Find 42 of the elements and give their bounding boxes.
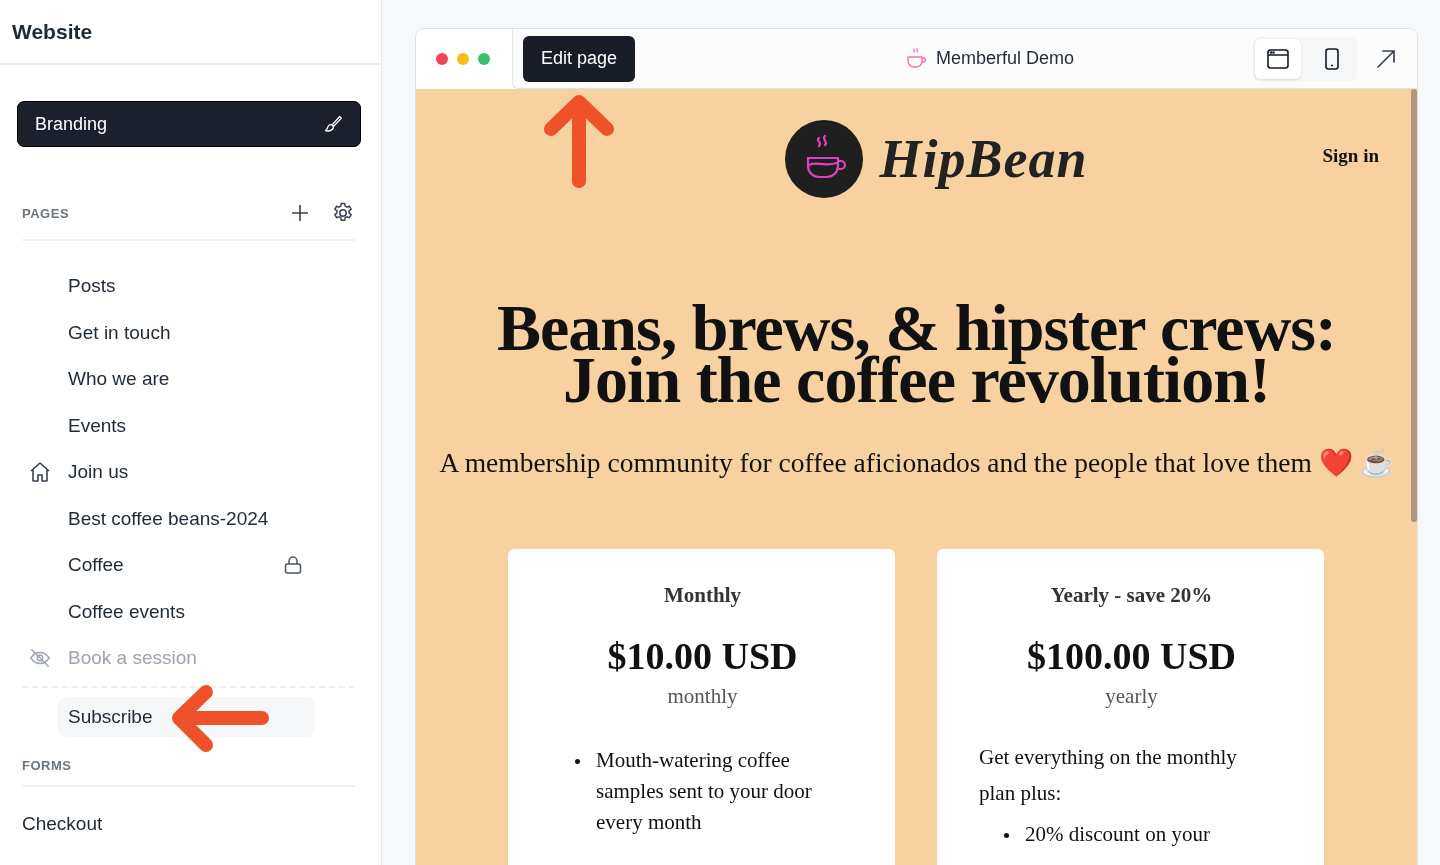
bullet-icon — [1004, 833, 1009, 838]
coffee-logo-icon — [785, 120, 864, 198]
logo-text: HipBean — [879, 128, 1088, 190]
tagline: A membership community for coffee aficionados and the people that love them ❤ ☕ — [438, 446, 1395, 479]
maximize-dot-icon — [478, 53, 490, 65]
plan-name: Monthly — [663, 583, 742, 608]
form-link[interactable]: Checkout — [22, 813, 381, 835]
branding-button[interactable]: Branding — [17, 101, 361, 147]
add-icon[interactable] — [291, 204, 309, 222]
paintbrush-icon — [323, 114, 343, 134]
headline: Beans, brews, & hipster crews: Join the coffee revolution! — [496, 302, 1337, 406]
minimize-dot-icon — [457, 53, 469, 65]
edit-page-button[interactable]: Edit page — [523, 35, 636, 82]
plan-feature: Mouth-watering coffee samples sent to your door every month — [596, 747, 813, 836]
phone-icon — [1324, 47, 1340, 70]
plan-price: $10.00 USD — [606, 634, 799, 678]
page-link[interactable]: Posts — [58, 266, 355, 307]
page-link[interactable]: Coffee events — [58, 591, 355, 632]
desktop-view-button[interactable] — [1255, 38, 1301, 79]
scrollbar[interactable] — [1411, 89, 1417, 522]
page-link[interactable]: Join us — [58, 452, 355, 493]
sidebar-title: Website — [12, 19, 93, 44]
plan-feature: 20% discount on your — [1025, 821, 1210, 848]
plan-period: monthly — [666, 684, 739, 709]
site-name: Memberful Demo — [936, 48, 1075, 69]
page-link[interactable]: Get in touch — [58, 312, 355, 353]
bullet-icon — [575, 759, 580, 764]
coffee-cup-icon — [904, 46, 928, 71]
plan-name: Yearly - save 20% — [1049, 583, 1214, 608]
plan-price: $100.00 USD — [1026, 634, 1237, 678]
browser-window-icon — [1266, 47, 1290, 70]
page-link[interactable]: Coffee — [58, 545, 355, 586]
plan-period: yearly — [1104, 684, 1159, 709]
plan-intro: Get everything on the monthly plan plus: — [979, 744, 1238, 807]
page-link[interactable]: Events — [58, 405, 355, 446]
sign-in-link[interactable]: Sign in — [1322, 145, 1379, 167]
external-link-icon[interactable] — [1375, 47, 1397, 70]
page-link[interactable]: Who we are — [58, 359, 355, 400]
section-heading: PAGES — [22, 205, 70, 221]
section-heading: FORMS — [22, 758, 72, 773]
close-dot-icon — [436, 53, 448, 65]
page-link[interactable]: Best coffee beans-2024 — [58, 498, 355, 539]
